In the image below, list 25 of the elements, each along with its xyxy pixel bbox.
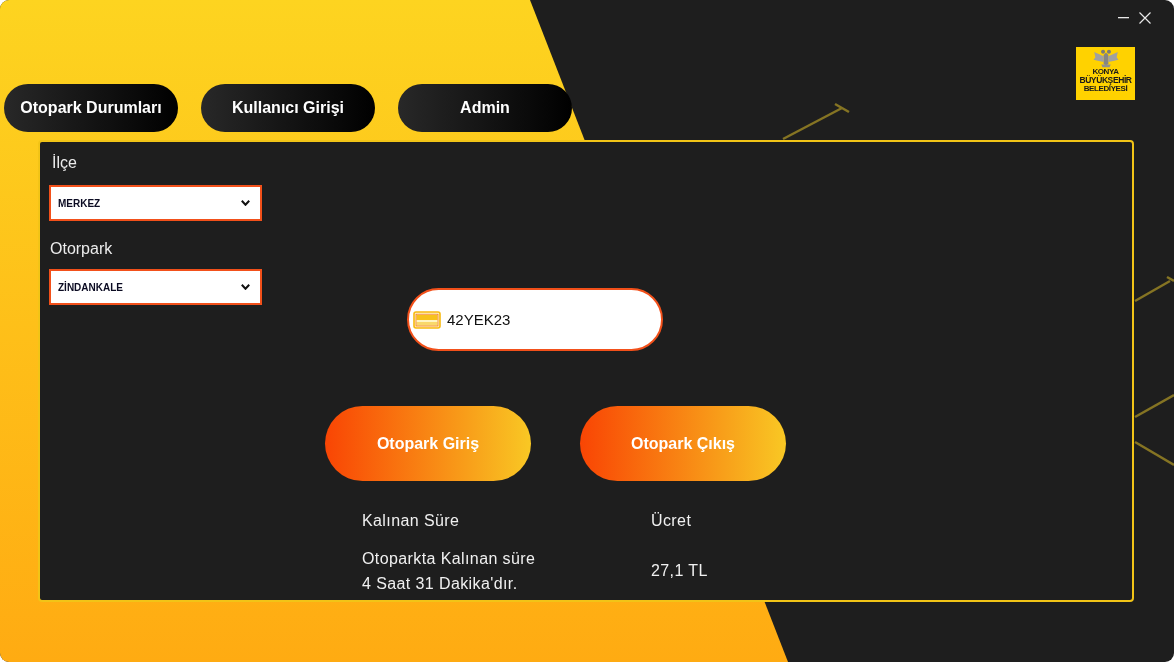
dropdown-select[interactable]: ZİNDANKALE	[49, 269, 262, 305]
logo-text: KONYA	[1092, 68, 1119, 76]
decorative-line	[1134, 393, 1174, 419]
minimize-icon	[1117, 17, 1129, 19]
close-icon	[1139, 12, 1151, 24]
decorative-line	[782, 102, 850, 141]
duration-text: Otoparkta Kalınan süre 4 Saat 31 Dakika'dır.	[362, 549, 536, 594]
fee-value: 27,1 TL	[651, 561, 708, 581]
field-label: İlçe	[52, 154, 77, 172]
nav-button[interactable]: Admin	[398, 84, 572, 132]
logo-text: BELEDİYESİ	[1083, 84, 1128, 93]
decorative-line	[1134, 440, 1174, 467]
duration-label: Kalınan Süre	[362, 511, 460, 531]
chevron-down-icon	[241, 200, 250, 206]
logo-text: BÜYÜKŞEHİR	[1079, 76, 1132, 85]
eagle-emblem-icon	[1092, 49, 1119, 68]
plate-input[interactable]: 42YEK23	[407, 288, 663, 351]
field-label: Otorpark	[50, 240, 113, 258]
fee-label: Ücret	[651, 511, 692, 531]
nav-button[interactable]: Kullanıcı Girişi	[201, 84, 375, 132]
chevron-down-icon	[241, 284, 250, 290]
license-plate-icon	[413, 310, 441, 329]
nav-button[interactable]: Otopark Durumları	[4, 84, 178, 132]
decorative-line	[1134, 275, 1174, 303]
dropdown-select[interactable]: MERKEZ	[49, 185, 262, 221]
